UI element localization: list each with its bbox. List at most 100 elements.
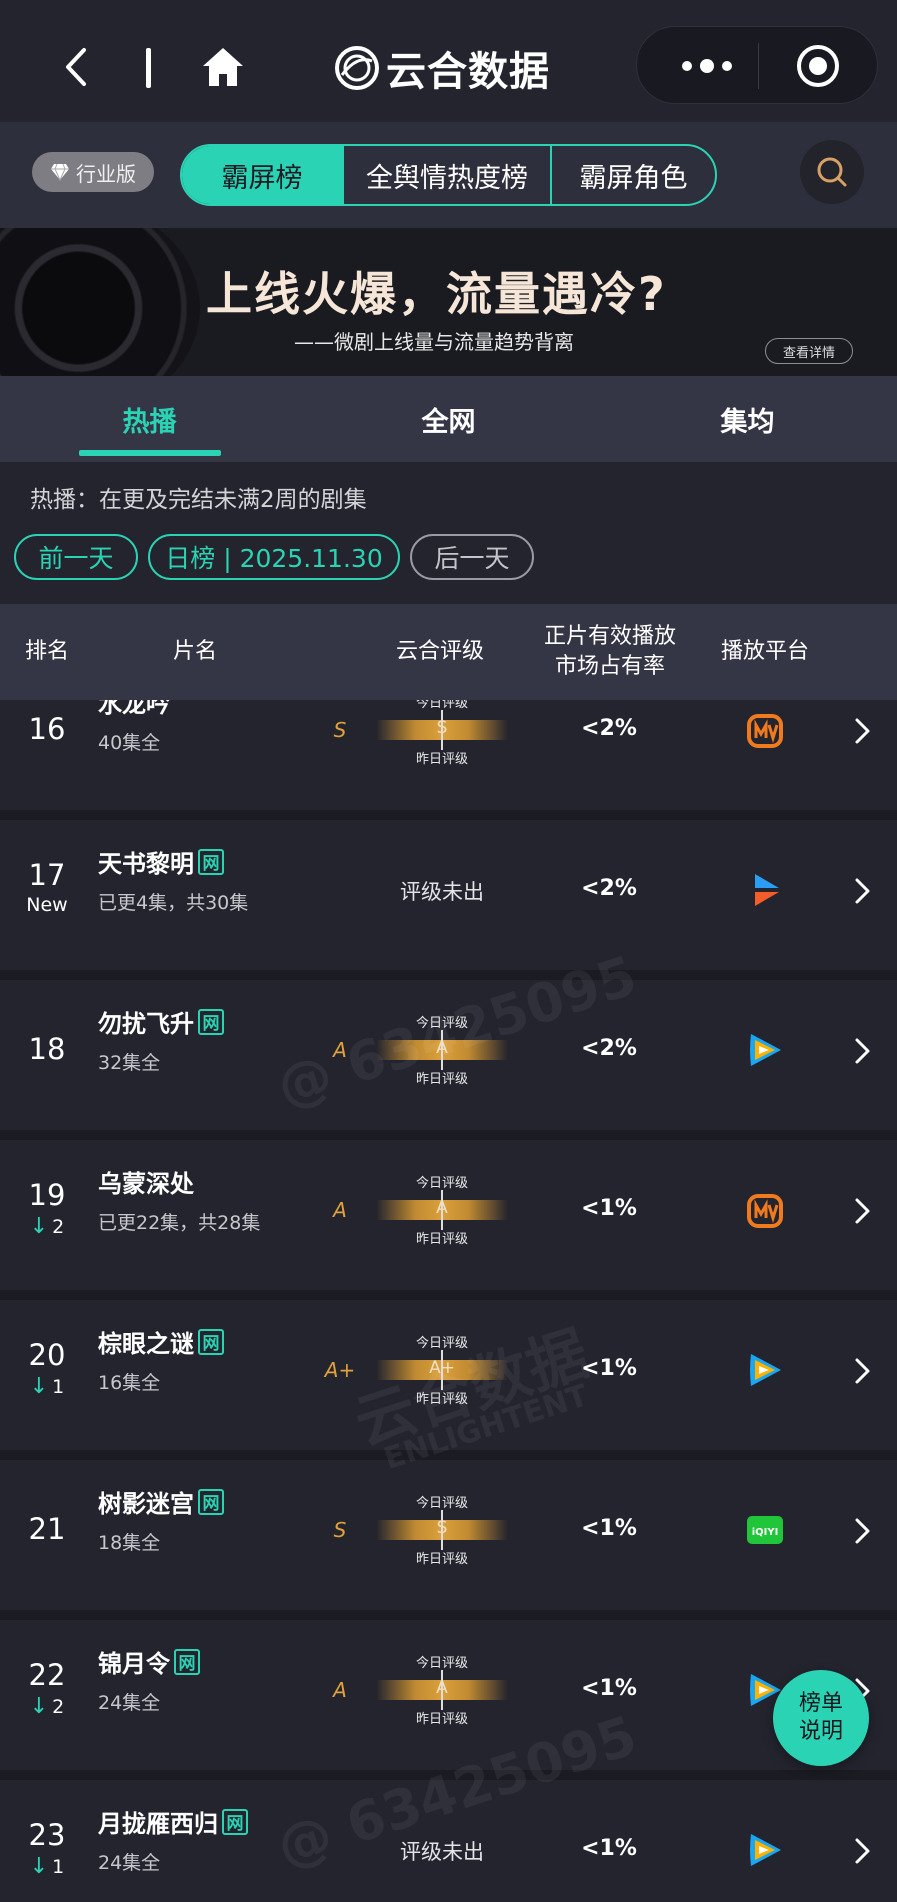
brand: 云合数据 [334, 40, 550, 96]
grade-yesterday-label: 昨日评级 [415, 1552, 468, 1567]
grade-comparison: 今日评级 S 昨日评级 [372, 700, 512, 768]
mango-platform-icon [745, 1190, 785, 1230]
grade-comparison: 今日评级 A 昨日评级 [372, 1172, 512, 1248]
grade-value: S [333, 718, 347, 742]
fab-line1: 榜单 [798, 1691, 843, 1716]
segment-dominant-roles[interactable]: 霸屏角色 [550, 146, 715, 204]
header-platform: 播放平台 [720, 639, 809, 664]
chevron-right-icon[interactable] [852, 1836, 872, 1866]
svg-text:iQIYI: iQIYI [752, 1527, 779, 1538]
web-drama-tag: 网 [198, 848, 224, 875]
table-row[interactable]: 23 ↓ 1 月拢雁西归网 24集全 评级未出 <1% [0, 1780, 897, 1902]
table-row[interactable]: 17 New 天书黎明网已更4集，共30集 评级未出 <2% [0, 820, 897, 980]
market-share: <1% [581, 1356, 637, 1381]
promo-banner[interactable]: 上线火爆，流量遇冷? ——微剧上线量与流量趋势背离 查看详情 [0, 228, 897, 376]
more-icon[interactable] [677, 51, 737, 81]
episode-info: 已更22集，共28集 [98, 1212, 261, 1234]
table-row[interactable]: 20 ↓ 1 棕眼之谜网 16集全 A+ 今日评级 A+ 昨日评级 <1% [0, 1300, 897, 1460]
drama-title-text: 棕眼之谜 [98, 1330, 194, 1358]
banner-details-button[interactable]: 查看详情 [765, 338, 853, 364]
back-icon[interactable] [58, 44, 98, 90]
grade-value: A+ [324, 1358, 356, 1382]
market-share: <2% [581, 716, 637, 741]
mini-program-capsule [636, 26, 878, 104]
segment-public-opinion[interactable]: 全舆情热度榜 [342, 146, 550, 204]
tab-hot[interactable]: 热播 [0, 376, 299, 462]
rank-number: 19 [28, 1178, 66, 1212]
tab-per-episode[interactable]: 集均 [598, 376, 897, 462]
drama-title: 勿扰飞升网 [98, 1004, 224, 1039]
grade-value: A [333, 1678, 347, 1702]
chevron-right-icon[interactable] [852, 716, 872, 746]
row-divider [0, 970, 897, 980]
table-row[interactable]: 18 勿扰飞升网 32集全 A 今日评级 A 昨日评级 <2% [0, 980, 897, 1140]
rank-number: 21 [28, 1512, 66, 1546]
rank-number: 20 [28, 1338, 66, 1372]
drama-title-text: 乌蒙深处 [98, 1170, 194, 1198]
home-icon[interactable] [200, 44, 246, 90]
chevron-right-icon[interactable] [852, 1516, 872, 1546]
grade-today-label: 今日评级 [415, 1016, 468, 1031]
drama-title-text: 月拢雁西归 [98, 1810, 218, 1838]
current-date-button[interactable]: 日榜 | 2025.11.30 [148, 534, 400, 580]
next-day-button[interactable]: 后一天 [410, 534, 534, 580]
grade-bar-label: A [436, 1038, 448, 1058]
grade-bar-label: A [436, 1198, 448, 1218]
chevron-right-icon[interactable] [852, 1356, 872, 1386]
grade-yesterday-label: 昨日评级 [415, 1232, 468, 1247]
banner-subtitle: ——微剧上线量与流量趋势背离 [294, 330, 574, 354]
table-header: 排名 片名 云合评级 正片有效播放 市场占有率 播放平台 [0, 604, 897, 700]
fab-line2: 说明 [798, 1719, 843, 1744]
grade-value: S [333, 1518, 347, 1542]
top-nav: 云合数据 [0, 0, 897, 122]
chevron-right-icon[interactable] [852, 1196, 872, 1226]
header-rating: 云合评级 [395, 639, 484, 664]
ranking-list: 16 水龙吟 40集全 S 今日评级 S 昨日评级 <2% 17 New 天书黎明网已更4集… [0, 700, 897, 1902]
market-share: <2% [581, 876, 637, 901]
chevron-right-icon[interactable] [852, 1036, 872, 1066]
industry-version-badge[interactable]: 行业版 [32, 152, 154, 192]
table-row[interactable]: 21 树影迷宫网 18集全 S 今日评级 S 昨日评级 <1% iQIYI [0, 1460, 897, 1620]
episode-info: 16集全 [98, 1372, 161, 1394]
table-row[interactable]: 16 水龙吟 40集全 S 今日评级 S 昨日评级 <2% [0, 700, 897, 820]
row-divider [0, 1610, 897, 1620]
ranking-type-segment: 霸屏榜 全舆情热度榜 霸屏角色 [180, 144, 717, 206]
close-target-icon[interactable] [795, 43, 841, 89]
banner-decoration [0, 228, 200, 376]
drama-title: 水龙吟 [98, 700, 170, 719]
diamond-icon [51, 163, 69, 181]
drama-title-text: 勿扰飞升 [98, 1010, 194, 1038]
market-share: <1% [581, 1516, 637, 1541]
grade-today-label: 今日评级 [415, 1656, 468, 1671]
row-divider [0, 810, 897, 820]
search-button[interactable] [800, 140, 864, 204]
ranking-tabs: 热播 全网 集均 [0, 376, 897, 462]
grade-today-label: 今日评级 [415, 1176, 468, 1191]
prev-day-button[interactable]: 前一天 [14, 534, 138, 580]
grade-comparison: 今日评级 A 昨日评级 [372, 1012, 512, 1088]
episode-info: 40集全 [98, 732, 161, 754]
table-row[interactable]: 19 ↓ 2 乌蒙深处 已更22集，共28集 A 今日评级 A 昨日评级 <1% [0, 1140, 897, 1300]
ranking-explanation-button[interactable]: 榜单 说明 [773, 1670, 869, 1766]
row-divider [0, 1770, 897, 1780]
tencent-platform-icon [745, 1830, 785, 1870]
table-row[interactable]: 22 ↓ 2 锦月令网 24集全 A 今日评级 A 昨日评级 <1% [0, 1620, 897, 1780]
drama-title: 棕眼之谜网 [98, 1324, 224, 1359]
arrow-down-icon: ↓ [29, 1854, 49, 1879]
episode-info: 24集全 [98, 1692, 161, 1714]
grade-yesterday-label: 昨日评级 [415, 1072, 468, 1087]
grade-bar-label: S [436, 1518, 448, 1538]
drama-title-text: 水龙吟 [98, 700, 170, 718]
segment-screen-dominance[interactable]: 霸屏榜 [182, 146, 342, 204]
header-market-share-line2: 市场占有率 [554, 654, 665, 679]
tab-all-network[interactable]: 全网 [299, 376, 598, 462]
drama-title-text: 天书黎明 [98, 850, 194, 878]
web-drama-tag: 网 [198, 1008, 224, 1035]
drama-title: 树影迷宫网 [98, 1484, 224, 1519]
chevron-right-icon[interactable] [852, 876, 872, 906]
market-share: <1% [581, 1836, 637, 1861]
divider [146, 48, 151, 88]
grade-today-label: 今日评级 [415, 1496, 468, 1511]
rank-number: 18 [28, 1032, 66, 1066]
capsule-divider [758, 43, 759, 89]
